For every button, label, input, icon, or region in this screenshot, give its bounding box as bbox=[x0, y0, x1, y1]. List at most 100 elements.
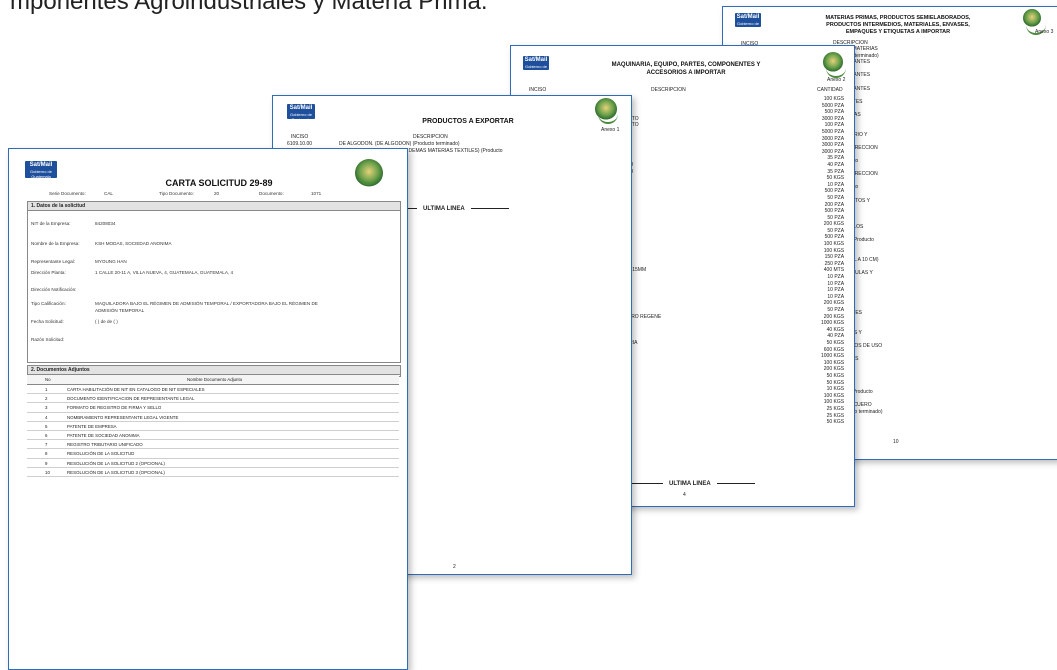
table-row: 5 PATENTE DE EMPRESA bbox=[27, 422, 399, 431]
doc-number: 3 bbox=[45, 405, 48, 411]
table-row: 4 NOMBRAMIENTO REPRESENTANTE LEGAL VIGENT… bbox=[27, 413, 399, 422]
table-row: 6 PATENTE DE SOCIEDAD ANONIMA bbox=[27, 431, 399, 441]
doc-name: PATENTE DE SOCIEDAD ANONIMA bbox=[67, 432, 140, 438]
table-row: 2 DOCUMENTO IDENTIFICACION DE REPRESENTAN… bbox=[27, 394, 399, 404]
list-item-quantity: 50 KGS bbox=[826, 372, 845, 379]
doc-number: 1 bbox=[45, 387, 48, 392]
government-logo: Sat/Mail Gobierno de Guatemala bbox=[735, 13, 761, 31]
doc-number: 8 bbox=[45, 451, 48, 457]
list-item-quantity: 100 KGS bbox=[823, 241, 845, 248]
doc-name: RESOLUCIÓN DE LA SOLICITUD bbox=[67, 451, 135, 457]
list-item-quantity: 10 PZA bbox=[827, 181, 845, 188]
table-header: No Nombre Documento Adjunto bbox=[27, 375, 399, 385]
list-item-quantity: 100 PZA bbox=[824, 122, 845, 129]
list-item-quantity: 400 MTS bbox=[823, 267, 845, 274]
list-item-quantity: 500 PZA bbox=[824, 208, 845, 215]
ultima-linea: ULTIMA LINEA bbox=[619, 481, 761, 487]
column-descripcion: DESCRIPCION bbox=[413, 134, 448, 140]
list-item-quantity: 100 KGS bbox=[823, 359, 845, 366]
serie-label: Serie Documento: bbox=[49, 191, 86, 196]
page-number: 10 bbox=[893, 439, 899, 445]
doc-name: PATENTE DE EMPRESA bbox=[67, 423, 117, 429]
column-descripcion: DESCRIPCION bbox=[651, 87, 686, 93]
list-item-quantity: 3000 PZA bbox=[821, 115, 845, 122]
anexo-2-quantities: 100 KGS 5000 PZA 500 PZA 3000 PZA 100 PZA 500… bbox=[821, 96, 844, 426]
list-item-quantity: 25 KGS bbox=[826, 412, 845, 419]
column-cantidad: CANTIDAD bbox=[817, 87, 843, 93]
column-inciso: INCISO bbox=[291, 134, 309, 140]
field-label: Representante Legal: bbox=[31, 259, 75, 264]
list-item-quantity: 200 KGS bbox=[823, 221, 845, 228]
doc-name: NOMBRAMIENTO REPRESENTANTE LEGAL VIGENTE bbox=[67, 414, 179, 420]
list-item-quantity: 50 KGS bbox=[826, 175, 845, 182]
list-item: DE ALGODON. (DE ALGODON) (Producto termi… bbox=[339, 141, 460, 147]
list-item-quantity: 3000 PZA bbox=[821, 142, 845, 149]
page-number: 2 bbox=[453, 564, 456, 570]
coat-of-arms-icon bbox=[1023, 9, 1046, 35]
table-row: 10 RESOLUCIÓN DE LA SOLICITUD 3 (OPCIONAL… bbox=[27, 468, 399, 477]
list-item-quantity: 40 PZA bbox=[827, 161, 845, 168]
list-item-quantity: 1000 KGS bbox=[821, 320, 845, 327]
government-logo: Sat/Mail Gobierno de Guatemala bbox=[25, 161, 57, 179]
list-item-quantity: 25 KGS bbox=[826, 405, 845, 412]
doc-name: RESOLUCIÓN DE LA SOLICITUD 3 (OPCIONAL) bbox=[67, 469, 165, 475]
list-item-quantity: 40 PZA bbox=[827, 333, 845, 340]
section-datos-solicitud: 1. Datos de la solicitud bbox=[27, 201, 401, 363]
field-label: Tipo Calificación: bbox=[31, 301, 66, 306]
field-label: Dirección Notificación: bbox=[31, 287, 77, 292]
tipo-value: 20 bbox=[214, 191, 220, 196]
doc-name: REGISTRO TRIBUTARIO UNIFICADO bbox=[67, 442, 143, 448]
field-value: 84208034 bbox=[95, 221, 116, 226]
tipo-label: Tipo Documento: bbox=[159, 191, 194, 196]
list-item-quantity: 50 KGS bbox=[826, 339, 845, 346]
list-item-quantity: 5000 PZA bbox=[821, 102, 845, 109]
header-name: Nombre Documento Adjunto bbox=[187, 377, 243, 382]
list-item-quantity: 200 KGS bbox=[823, 300, 845, 307]
doc-number: 10 bbox=[45, 469, 50, 475]
anexo-1-title: PRODUCTOS A EXPORTAR bbox=[422, 118, 514, 125]
field-value: ( ) de de ( ) bbox=[95, 319, 118, 324]
doc-number: 7 bbox=[45, 442, 48, 448]
list-item-quantity: 50 KGS bbox=[826, 419, 845, 426]
coat-of-arms-icon bbox=[823, 52, 846, 78]
field-value-continued: ADMISIÓN TEMPORAL bbox=[95, 308, 145, 313]
list-item-quantity: 100 KGS bbox=[823, 96, 845, 102]
list-item-quantity: 3000 PZA bbox=[821, 135, 845, 142]
anexo-2-title-line-1: MAQUINARIA, EQUIPO, PARTES, COMPONENTES … bbox=[611, 62, 761, 68]
table-row: 8 RESOLUCIÓN DE LA SOLICITUD bbox=[27, 449, 399, 459]
doc-name: CARTA HABILITACIÓN DE NIT EN CATALOGO DE… bbox=[67, 387, 205, 392]
list-item-quantity: 500 PZA bbox=[824, 109, 845, 116]
carta-solicitud-document: Sat/Mail Gobierno de Guatemala CARTA SOLI… bbox=[8, 148, 408, 670]
anexo-1-label: Anexo 1 bbox=[601, 127, 620, 133]
list-item-quantity: 10 PZA bbox=[827, 280, 845, 287]
list-item-quantity: 35 PZA bbox=[827, 155, 845, 162]
doc-number: 4 bbox=[45, 414, 48, 420]
doc-number: 6 bbox=[45, 432, 48, 438]
anexo-3-title-line-1: MATERIAS PRIMAS, PRODUCTOS SEMIELABORADO… bbox=[825, 15, 971, 21]
list-item-quantity: 10 PZA bbox=[827, 287, 845, 294]
doc-name: FORMATO DE REGISTRO DE FIRMA Y SELLO bbox=[67, 405, 162, 411]
table-row: 9 RESOLUCIÓN DE LA SOLICITUD 2 (OPCIONAL) bbox=[27, 459, 399, 468]
doc-number: 5 bbox=[45, 423, 48, 429]
serie-value: CAL bbox=[104, 191, 113, 196]
first-inciso-code: 6109.10.00 bbox=[287, 141, 313, 147]
anexo-3-title-line-3: EMPAQUES Y ETIQUETAS A IMPORTAR bbox=[845, 29, 951, 35]
anexo-2-label: Anexo 2 bbox=[827, 77, 846, 83]
anexo-2-title-line-2: ACCESORIOS A IMPORTAR bbox=[646, 70, 726, 76]
field-value: MYOUNG HAN bbox=[95, 259, 127, 264]
list-item-quantity: 50 PZA bbox=[827, 214, 845, 221]
field-value: KSH MODAS, SOCIEDAD ANONIMA bbox=[95, 241, 172, 246]
field-label: Fecha Solicitud: bbox=[31, 319, 64, 324]
section-2-header: 2. Documentos Adjuntos bbox=[28, 366, 400, 375]
list-item-quantity: 500 PZA bbox=[824, 234, 845, 241]
list-item-quantity: 250 PZA bbox=[824, 260, 845, 267]
government-logo: Sat/Mail Gobierno de Guatemala bbox=[287, 104, 315, 122]
list-item-quantity: 1000 KGS bbox=[821, 353, 845, 360]
list-item-quantity: 40 KGS bbox=[826, 326, 845, 333]
list-item-quantity: 50 PZA bbox=[827, 227, 845, 234]
doc-number: 9 bbox=[45, 460, 48, 466]
form-title: CARTA SOLICITUD 29-89 bbox=[165, 178, 273, 188]
column-inciso: INCISO bbox=[529, 87, 547, 93]
doc-name: DOCUMENTO IDENTIFICACION DE REPRESENTANT… bbox=[67, 396, 195, 402]
page-headline: mponentes Agroindustriales y Materia Pri… bbox=[10, 0, 488, 15]
